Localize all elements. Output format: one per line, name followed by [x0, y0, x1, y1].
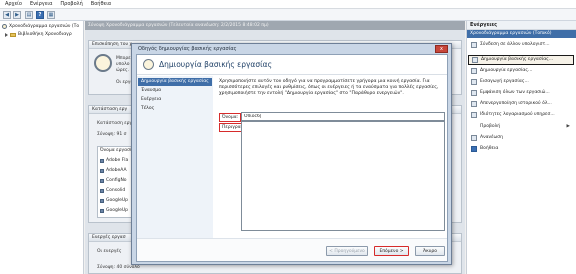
- step-finish[interactable]: Τέλος: [138, 105, 212, 113]
- tree-item-label: Βιβλιοθήκη Χρονοδιαγρ: [18, 32, 72, 37]
- expand-icon: [100, 198, 104, 203]
- action-disable-history[interactable]: Απενεργοποίηση ιστορικού όλ...: [468, 99, 574, 109]
- active-tasks-text: Οι ενεργές: [97, 249, 122, 254]
- list-item[interactable]: Adobe Fla: [100, 158, 128, 163]
- menu-action[interactable]: Ενέργεια: [25, 0, 55, 8]
- back-button[interactable]: < Προηγούμενο: [326, 246, 368, 256]
- description-field[interactable]: [241, 121, 445, 231]
- wizard-steps: Δημιουργία βασικής εργασίας Έναυσμα Ενέρ…: [137, 76, 213, 261]
- list-item[interactable]: GoogleUp: [100, 208, 128, 213]
- wizard-footer: < Προηγούμενο Επόμενο > Άκυρο: [137, 238, 447, 261]
- name-field[interactable]: [241, 112, 445, 121]
- cancel-button[interactable]: Άκυρο: [415, 246, 445, 256]
- wizard-description: Χρησιμοποιήστε αυτόν τον οδηγό για να πρ…: [219, 79, 439, 96]
- actions-pane: Ενέργειες Χρονοδιάγραμμα εργασιών (Τοπικ…: [466, 21, 576, 274]
- list-item[interactable]: AdobeAA: [100, 168, 127, 173]
- action-refresh[interactable]: Ανανέωση: [468, 133, 574, 143]
- expand-icon: [100, 188, 104, 193]
- clock-icon: [143, 59, 154, 70]
- overview-text: υπολο: [116, 62, 130, 67]
- submenu-arrow-icon: ▶: [566, 124, 570, 129]
- account-properties-icon: [471, 112, 477, 118]
- expand-arrow-icon[interactable]: [5, 32, 8, 37]
- help-icon: [471, 146, 477, 152]
- action-help[interactable]: Βοήθεια: [468, 144, 574, 154]
- action-create-basic-task[interactable]: Δημιουργία βασικής εργασίας...: [468, 55, 574, 65]
- menu-help[interactable]: Βοήθεια: [86, 0, 114, 8]
- close-icon[interactable]: x: [435, 45, 448, 53]
- status-summary: Σύνοψη: 91 σ: [97, 132, 127, 137]
- wizard-page-title: Δημιουργία βασικής εργασίας: [159, 60, 273, 69]
- list-item[interactable]: GoogleUp: [100, 198, 128, 203]
- properties-icon[interactable]: ▦: [47, 11, 55, 19]
- tree-item-task-scheduler[interactable]: Χρονοδιάγραμμα εργασιών (Το: [2, 24, 79, 29]
- wizard-header: Δημιουργία βασικής εργασίας: [137, 55, 447, 75]
- action-view[interactable]: Προβολή ▶: [468, 122, 574, 132]
- expand-icon: [100, 168, 104, 173]
- help-icon[interactable]: ?: [36, 11, 44, 19]
- expand-icon: [100, 158, 104, 163]
- tree-item-label: Χρονοδιάγραμμα εργασιών (Το: [9, 24, 80, 29]
- step-trigger[interactable]: Έναυσμα: [138, 87, 212, 95]
- console-tree: Χρονοδιάγραμμα εργασιών (Το Βιβλιοθήκη Χ…: [0, 21, 84, 274]
- status-text: Κατάσταση εργ: [97, 121, 133, 126]
- show-running-tasks-icon: [471, 90, 477, 96]
- menu-file[interactable]: Αρχείο: [0, 0, 25, 8]
- tree-item-library[interactable]: Βιβλιοθήκη Χρονοδιαγρ: [5, 32, 72, 37]
- action-connect[interactable]: Σύνδεση σε άλλον υπολογιστ...: [468, 40, 574, 50]
- clock-icon: [2, 24, 7, 29]
- action-create-task[interactable]: Δημιουργία εργασίας...: [468, 66, 574, 76]
- action-account-properties[interactable]: Ιδιότητες λογαριασμού υπηρεσ...: [468, 110, 574, 120]
- show-hide-tree-icon[interactable]: ▤: [25, 11, 33, 19]
- actions-section-header[interactable]: Χρονοδιάγραμμα εργασιών (Τοπικό): [467, 30, 576, 38]
- active-tasks-summary: Σύνοψη: 40 σύνολο: [97, 265, 140, 270]
- refresh-icon: [471, 135, 477, 141]
- connect-icon: [471, 42, 477, 48]
- list-header[interactable]: Όνομα εργασί: [100, 148, 131, 153]
- name-label: Όνομα:: [219, 113, 242, 122]
- summary-header: Σύνοψη Χρονοδιάγραμμα εργασιών (Τελευταί…: [85, 21, 465, 30]
- wizard-body: Δημιουργία βασικής εργασίας Δημιουργία β…: [136, 54, 448, 262]
- create-basic-task-wizard: Οδηγός δημιουργίας βασικής εργασίας x Δη…: [131, 43, 452, 265]
- step-action[interactable]: Ενέργεια: [138, 96, 212, 104]
- clock-icon: [94, 54, 112, 72]
- menu-bar: Αρχείο Ενέργεια Προβολή Βοήθεια: [0, 0, 576, 9]
- toolbar: ◀ ▶ ▤ ? ▦: [0, 9, 576, 21]
- step-create-basic-task[interactable]: Δημιουργία βασικής εργασίας: [138, 78, 212, 86]
- overview-text: Μπορε: [116, 56, 131, 61]
- forward-icon[interactable]: ▶: [13, 11, 21, 19]
- wizard-window-title: Οδηγός δημιουργίας βασικής εργασίας: [138, 46, 237, 52]
- action-import-task[interactable]: Εισαγωγή εργασίας...: [468, 77, 574, 87]
- expand-icon: [100, 178, 104, 183]
- list-item[interactable]: ConfigNo: [100, 178, 127, 183]
- expand-icon: [100, 208, 104, 213]
- import-task-icon: [471, 79, 477, 85]
- back-icon[interactable]: ◀: [3, 11, 11, 19]
- create-basic-task-icon: [472, 57, 478, 63]
- disable-history-icon: [471, 101, 477, 107]
- actions-title: Ενέργειες: [467, 21, 576, 30]
- list-item[interactable]: Consolid: [100, 188, 125, 193]
- action-show-running[interactable]: Εμφάνιση όλων των εργασιώ...: [468, 88, 574, 98]
- folder-icon: [10, 32, 16, 37]
- menu-view[interactable]: Προβολή: [55, 0, 85, 8]
- next-button[interactable]: Επόμενο >: [374, 246, 409, 256]
- overview-text: ώρες.: [116, 68, 130, 73]
- create-task-icon: [471, 68, 477, 74]
